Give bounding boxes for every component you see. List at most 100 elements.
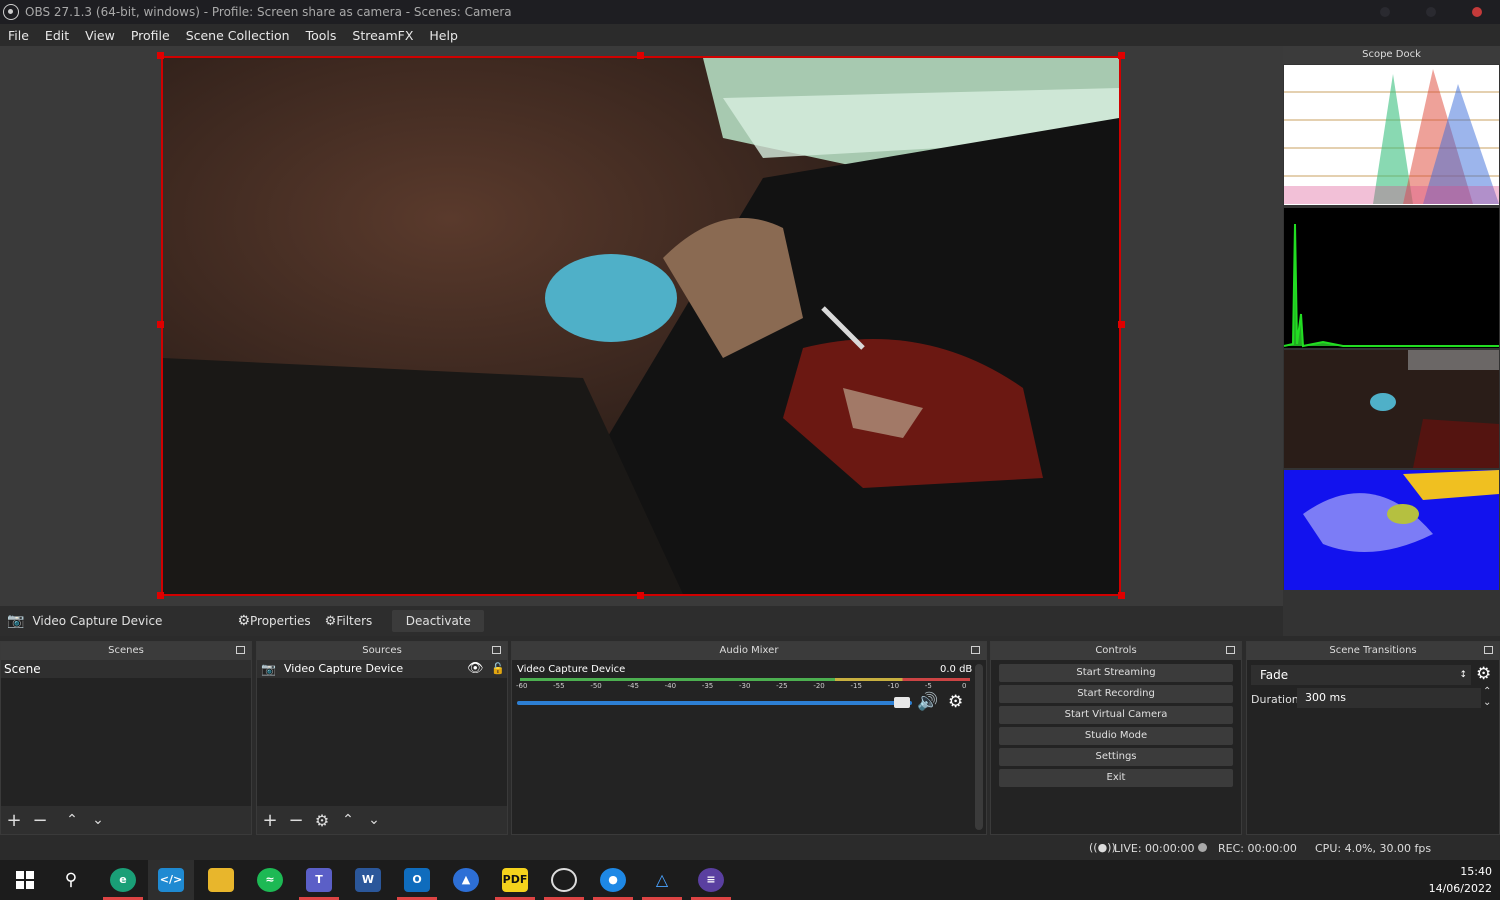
filters-button[interactable]: ⚙ Filters — [325, 614, 373, 629]
menu-file[interactable]: File — [0, 28, 37, 43]
scope-dock-title: Scope Dock — [1283, 46, 1500, 64]
menu-tools[interactable]: Tools — [298, 28, 345, 43]
obs-icon[interactable] — [551, 868, 577, 892]
remove-icon[interactable]: − — [283, 810, 309, 831]
lock-icon[interactable]: 🔓 — [491, 660, 505, 678]
resize-handle[interactable] — [157, 52, 164, 59]
cpu-status: CPU: 4.0%, 30.00 fps — [1315, 842, 1432, 855]
deactivate-button[interactable]: Deactivate — [392, 610, 485, 632]
volume-meter — [520, 678, 970, 681]
clock-time: 15:40 — [1460, 865, 1492, 878]
transition-select[interactable]: Fade ↕ — [1251, 665, 1471, 685]
title-bar: OBS 27.1.3 (64-bit, windows) - Profile: … — [0, 0, 1500, 24]
outlook-icon[interactable]: O — [404, 868, 430, 892]
maximize-button[interactable] — [1426, 7, 1436, 17]
volume-slider-handle[interactable] — [894, 697, 910, 708]
duration-label: Duration — [1251, 693, 1299, 706]
undock-icon[interactable] — [1484, 646, 1493, 654]
teams-icon[interactable]: T — [306, 868, 332, 892]
audio-mixer-title: Audio Mixer — [719, 645, 779, 656]
word-icon[interactable]: W — [355, 868, 381, 892]
system-clock[interactable]: 15:40 14/06/2022 — [1429, 863, 1492, 897]
move-down-icon[interactable]: ⌄ — [85, 812, 111, 828]
camera-icon: 📷 — [7, 613, 25, 629]
selected-source-name: Video Capture Device — [32, 614, 163, 628]
duration-input[interactable]: 300 ms — [1297, 688, 1481, 708]
edge-dev-icon[interactable]: e — [110, 868, 136, 892]
mixer-scrollbar[interactable] — [975, 664, 983, 830]
scenes-dock-header: Scenes — [1, 642, 251, 660]
gear-icon[interactable]: ⚙ — [309, 811, 335, 830]
scene-list-item[interactable]: Scene — [1, 660, 251, 678]
gear-icon[interactable]: ⚙ — [948, 692, 963, 712]
meter-tick-label: -50 — [590, 682, 602, 690]
add-icon[interactable]: + — [257, 810, 283, 831]
pdf-app-icon[interactable]: PDF — [502, 868, 528, 892]
meter-tick-label: -5 — [924, 682, 932, 690]
move-up-icon[interactable]: ⌃ — [59, 812, 85, 828]
volume-slider-fill — [517, 701, 912, 705]
move-up-icon[interactable]: ⌃ — [335, 812, 361, 828]
gear-icon[interactable]: ⚙ — [1476, 664, 1491, 684]
file-explorer-icon[interactable] — [208, 868, 234, 892]
eclipse-icon[interactable]: ≡ — [698, 868, 724, 892]
add-icon[interactable]: + — [1, 810, 27, 831]
undock-icon[interactable] — [492, 646, 501, 654]
menu-edit[interactable]: Edit — [37, 28, 77, 43]
search-icon[interactable]: ⚲ — [58, 868, 84, 892]
gear-icon: ⚙ — [237, 613, 251, 629]
duration-stepper-icon[interactable]: ⌃ ⌄ — [1483, 686, 1491, 708]
vscode-icon[interactable]: </> — [158, 868, 184, 892]
resize-handle[interactable] — [157, 592, 164, 599]
menu-view[interactable]: View — [77, 28, 123, 43]
source-toolbar: 📷 Video Capture Device ⚙ Properties ⚙ Fi… — [0, 606, 1283, 636]
obs-logo-icon — [3, 4, 19, 20]
sources-title: Sources — [362, 645, 402, 656]
minimize-button[interactable] — [1380, 7, 1390, 17]
start-virtual-camera-button[interactable]: Start Virtual Camera — [999, 706, 1233, 724]
settings-button[interactable]: Settings — [999, 748, 1233, 766]
resize-handle[interactable] — [637, 52, 644, 59]
close-button[interactable] — [1472, 7, 1482, 17]
source-list-item[interactable]: 📷 Video Capture Device 👁 🔓 — [257, 660, 507, 678]
resize-handle[interactable] — [157, 321, 164, 328]
meter-tick-label: -25 — [776, 682, 788, 690]
volume-slider[interactable] — [517, 701, 912, 705]
scenes-title: Scenes — [108, 645, 144, 656]
menu-streamfx[interactable]: StreamFX — [344, 28, 421, 43]
video-preview[interactable] — [161, 56, 1121, 596]
exit-button[interactable]: Exit — [999, 769, 1233, 787]
properties-button[interactable]: ⚙ Properties — [237, 613, 310, 629]
app-icon[interactable]: ▲ — [453, 868, 479, 892]
record-indicator-icon — [1198, 843, 1207, 852]
windows-start-icon[interactable] — [12, 868, 38, 892]
menu-help[interactable]: Help — [421, 28, 466, 43]
resize-handle[interactable] — [1118, 321, 1125, 328]
meter-tick-label: -60 — [516, 682, 528, 690]
undock-icon[interactable] — [971, 646, 980, 654]
camera-icon: 📷 — [261, 662, 276, 676]
network-app-icon[interactable]: △ — [649, 868, 675, 892]
menu-profile[interactable]: Profile — [123, 28, 178, 43]
start-streaming-button[interactable]: Start Streaming — [999, 664, 1233, 682]
remove-icon[interactable]: − — [27, 810, 53, 831]
controls-header: Controls — [991, 642, 1241, 660]
meter-tick-label: -15 — [850, 682, 862, 690]
app-icon[interactable]: ● — [600, 868, 626, 892]
transitions-header: Scene Transitions — [1247, 642, 1499, 660]
undock-icon[interactable] — [1226, 646, 1235, 654]
undock-icon[interactable] — [236, 646, 245, 654]
spotify-icon[interactable]: ≈ — [257, 868, 283, 892]
resize-handle[interactable] — [1118, 52, 1125, 59]
start-recording-button[interactable]: Start Recording — [999, 685, 1233, 703]
broadcast-icon: ((●)) — [1089, 841, 1116, 854]
meter-tick-label: -30 — [739, 682, 751, 690]
resize-handle[interactable] — [637, 592, 644, 599]
menu-scene-collection[interactable]: Scene Collection — [178, 28, 298, 43]
eye-icon[interactable]: 👁 — [467, 660, 484, 678]
move-down-icon[interactable]: ⌄ — [361, 812, 387, 828]
resize-handle[interactable] — [1118, 592, 1125, 599]
studio-mode-button[interactable]: Studio Mode — [999, 727, 1233, 745]
sources-dock-header: Sources — [257, 642, 507, 660]
speaker-icon[interactable]: 🔊 — [917, 692, 938, 712]
